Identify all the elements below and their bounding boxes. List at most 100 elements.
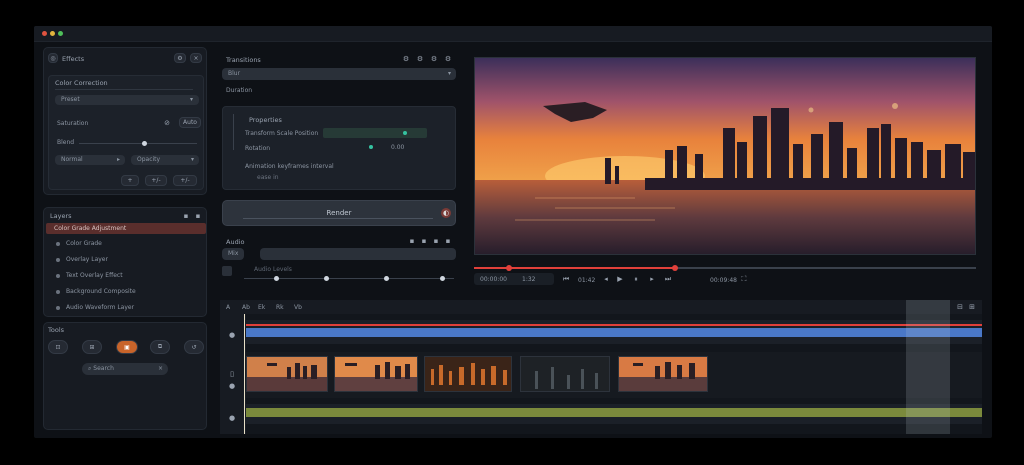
record-icon[interactable]: ◐ (441, 208, 451, 218)
solo-icon[interactable]: ▪ (420, 237, 428, 245)
layer-item[interactable]: Text Overlay Effect (52, 270, 200, 282)
clip-thumbnail[interactable] (618, 356, 708, 392)
tool-ab-button[interactable]: Ab (242, 304, 250, 311)
playback-progress[interactable] (474, 265, 976, 271)
copy-icon[interactable]: ⧉ (150, 340, 170, 354)
link-icon[interactable]: ⊘ (163, 119, 171, 127)
clip-thumbnail[interactable] (520, 356, 610, 392)
mute-icon[interactable]: ▪ (408, 237, 416, 245)
mute-icon[interactable]: ● (228, 414, 236, 422)
layer-item[interactable]: Audio Waveform Layer (52, 302, 200, 314)
transitions-header: Transitions (226, 56, 261, 64)
close-icon[interactable]: × (190, 53, 202, 63)
eye-icon[interactable]: ● (228, 331, 236, 339)
keyframe-icon[interactable] (369, 145, 373, 149)
forward-icon[interactable]: ▸ (648, 275, 656, 283)
audio-level-slider[interactable] (244, 276, 454, 281)
skip-back-icon[interactable]: ⏮ (562, 275, 570, 283)
fullscreen-icon[interactable]: ⛶ (740, 275, 748, 283)
timeline-playhead[interactable] (244, 314, 245, 434)
layer-item-active[interactable]: Color Grade Adjustment (46, 223, 206, 234)
auto-button[interactable]: Auto (179, 117, 201, 128)
audio-bar[interactable] (246, 408, 982, 417)
tool-ek-button[interactable]: Ek (258, 304, 265, 311)
video-preview[interactable] (474, 57, 976, 255)
layer-item[interactable]: Color Grade (52, 238, 200, 250)
slider-knob[interactable] (324, 276, 329, 281)
gear-icon[interactable]: ⚙ (430, 55, 438, 63)
highlight-icon[interactable]: ▣ (116, 340, 138, 354)
search-input[interactable]: ⌕ Search × (82, 363, 168, 375)
maximize-dot[interactable] (58, 31, 63, 36)
adjust-button[interactable]: +/- (145, 175, 167, 186)
timecode-field[interactable]: 00:00:00 1:32 (474, 273, 554, 285)
adjust-button-2[interactable]: +/- (173, 175, 197, 186)
audio-track[interactable] (246, 404, 982, 424)
section-header: Color Correction (55, 79, 108, 87)
layers-panel: Layers ▪ ▪ Color Grade Adjustment Color … (43, 207, 207, 317)
play-icon[interactable]: ▶ (616, 275, 624, 283)
app-window: ◎ Effects ⚙ × Color Correction Preset ▾ S… (34, 26, 992, 438)
gear-icon[interactable]: ⚙ (416, 55, 424, 63)
tool-rk-button[interactable]: Rk (276, 304, 284, 311)
layer-label: Overlay Layer (66, 256, 108, 263)
lock-icon[interactable]: ▯ (228, 370, 236, 378)
opacity-select[interactable]: Opacity ▾ (131, 155, 199, 165)
slider-knob[interactable] (384, 276, 389, 281)
undo-icon[interactable]: ↺ (184, 340, 204, 354)
audio-track-field[interactable] (260, 248, 456, 260)
layer-item[interactable]: Background Composite (52, 286, 200, 298)
slider-knob[interactable] (274, 276, 279, 281)
slider-knob[interactable] (403, 131, 407, 135)
minimize-dot[interactable] (50, 31, 55, 36)
effects-icon[interactable]: ◎ (48, 53, 58, 63)
clip-thumbnail[interactable] (246, 356, 328, 392)
layer-label: Text Overlay Effect (66, 272, 123, 279)
playhead-handle[interactable] (671, 265, 678, 271)
video-track-1[interactable] (246, 320, 982, 344)
pause-icon[interactable]: ⏸ (632, 275, 640, 283)
track-headers: ● ▯ ● ● (220, 314, 246, 434)
video-track-2[interactable] (246, 352, 982, 398)
settings-icon[interactable]: ⊞ (968, 303, 976, 311)
skip-forward-icon[interactable]: ⏭ (664, 275, 672, 283)
rewind-icon[interactable]: ◂ (602, 275, 610, 283)
gear-icon[interactable]: ⚙ (444, 55, 452, 63)
tool-a-button[interactable]: A (226, 304, 230, 311)
mix-field[interactable]: Mix (222, 248, 244, 260)
preset-field[interactable]: Preset ▾ (55, 95, 199, 105)
transition-field[interactable]: Blur ▾ (222, 68, 456, 80)
transform-slider[interactable] (323, 128, 427, 138)
layer-item[interactable]: Overlay Layer (52, 254, 200, 266)
audio-toggle[interactable] (222, 266, 232, 276)
rotation-label: Rotation (245, 145, 271, 152)
close-icon[interactable]: × (158, 363, 163, 375)
split-icon[interactable]: ⊞ (82, 340, 102, 354)
selection-range[interactable] (906, 300, 950, 434)
clip-thumbnail[interactable] (424, 356, 512, 392)
delete-layer-icon[interactable]: ▪ (194, 212, 202, 220)
video-bar[interactable] (246, 328, 982, 337)
clip-thumbnail[interactable] (334, 356, 418, 392)
chevron-down-icon: ▾ (189, 96, 193, 103)
add-button[interactable]: + (121, 175, 139, 186)
tool-vb-button[interactable]: Vb (294, 304, 302, 311)
blend-mode-select[interactable]: Normal ▸ (55, 155, 125, 165)
eye-icon[interactable]: ● (228, 382, 236, 390)
close-dot[interactable] (42, 31, 47, 36)
saturation-label: Saturation (57, 120, 89, 127)
settings-icon[interactable]: ⚙ (174, 53, 186, 63)
blend-slider[interactable] (79, 141, 197, 146)
slider-knob[interactable] (141, 141, 147, 146)
in-point-handle[interactable] (506, 265, 512, 271)
settings-icon[interactable]: ▪ (444, 237, 452, 245)
add-layer-icon[interactable]: ▪ (182, 212, 190, 220)
divider (243, 218, 433, 219)
zoom-icon[interactable]: ⊟ (956, 303, 964, 311)
crop-icon[interactable]: ⊡ (48, 340, 68, 354)
record-icon[interactable]: ▪ (432, 237, 440, 245)
audio-levels-label: Audio Levels (254, 266, 292, 273)
gear-icon[interactable]: ⚙ (402, 55, 410, 63)
render-button[interactable]: Render ◐ (222, 200, 456, 226)
slider-knob[interactable] (440, 276, 445, 281)
